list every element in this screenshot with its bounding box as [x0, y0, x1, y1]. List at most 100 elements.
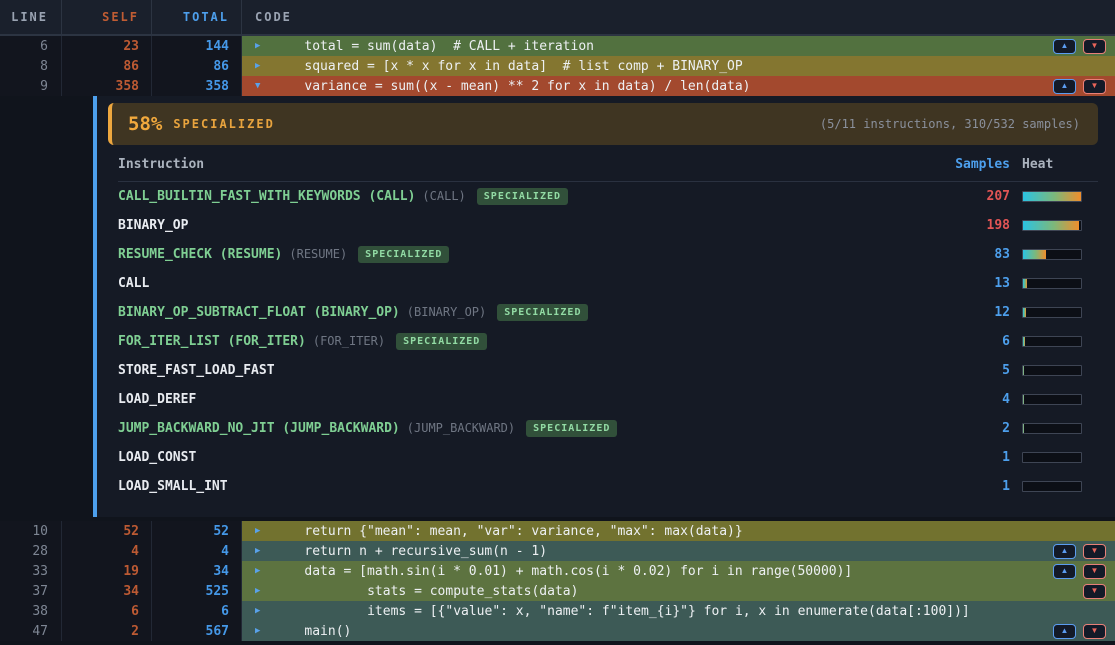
total-samples: 358: [152, 76, 242, 96]
instruction-name: LOAD_CONST: [118, 450, 940, 465]
heat-column: [1010, 249, 1098, 260]
code-line-row: 472567▶main()▲▼: [0, 621, 1115, 641]
heat-column: [1010, 365, 1098, 376]
move-down-button[interactable]: ▼: [1083, 79, 1106, 94]
code-cell[interactable]: ▶squared = [x * x for x in data] # list …: [242, 56, 1115, 76]
table-header: LINE SELF TOTAL CODE: [0, 0, 1115, 36]
code-cell[interactable]: ▶ items = [{"value": x, "name": f"item_{…: [242, 601, 1115, 621]
expand-icon[interactable]: ▶: [242, 526, 272, 536]
sample-summary: (5/11 instructions, 310/532 samples): [820, 117, 1080, 131]
heat-column: [1010, 452, 1098, 463]
collapse-icon[interactable]: ▼: [242, 81, 272, 91]
row-buttons: ▲▼: [1053, 39, 1115, 54]
heat-bar: [1022, 191, 1082, 202]
self-samples: 52: [62, 521, 152, 541]
code-text: items = [{"value": x, "name": f"item_{i}…: [272, 604, 970, 619]
line-number: 33: [0, 561, 62, 581]
specialized-badge: SPECIALIZED: [477, 188, 568, 205]
code-cell[interactable]: ▶ stats = compute_stats(data) ▼: [242, 581, 1115, 601]
code-line-row: 88686▶squared = [x * x for x in data] # …: [0, 56, 1115, 76]
instruction-name: FOR_ITER_LIST (FOR_ITER)(FOR_ITER)SPECIA…: [118, 333, 940, 350]
heat-bar: [1022, 423, 1082, 434]
code-line-row: 2844▶return n + recursive_sum(n - 1)▲▼: [0, 541, 1115, 561]
heat-bar: [1022, 336, 1082, 347]
move-down-button[interactable]: ▼: [1083, 39, 1106, 54]
instruction-alias: (CALL): [422, 189, 465, 203]
code-cell[interactable]: ▶data = [math.sin(i * 0.01) + math.cos(i…: [242, 561, 1115, 581]
move-up-button[interactable]: ▲: [1053, 564, 1076, 579]
code-text: stats = compute_stats(data): [272, 584, 578, 599]
heat-bar-fill: [1023, 192, 1081, 201]
instruction-alias: (RESUME): [289, 247, 347, 261]
line-number: 6: [0, 36, 62, 56]
heat-column: [1010, 336, 1098, 347]
instruction-row: BINARY_OP198: [118, 211, 1098, 240]
code-text: return n + recursive_sum(n - 1): [272, 544, 547, 559]
expand-icon[interactable]: ▶: [242, 566, 272, 576]
instruction-row: LOAD_DEREF4: [118, 385, 1098, 414]
code-cell[interactable]: ▼variance = sum((x - mean) ** 2 for x in…: [242, 76, 1115, 96]
total-samples: 525: [152, 581, 242, 601]
total-samples: 567: [152, 621, 242, 641]
total-samples: 86: [152, 56, 242, 76]
instruction-samples: 6: [940, 334, 1010, 349]
move-up-button[interactable]: ▲: [1053, 39, 1076, 54]
specialization-banner: 58% SPECIALIZED (5/11 instructions, 310/…: [108, 103, 1098, 145]
code-line-row: 3734525▶ stats = compute_stats(data) ▼: [0, 581, 1115, 601]
row-buttons: ▲▼: [1053, 624, 1115, 639]
col-header-code: CODE: [242, 0, 1115, 34]
move-down-button[interactable]: ▼: [1083, 544, 1106, 559]
instruction-row: FOR_ITER_LIST (FOR_ITER)(FOR_ITER)SPECIA…: [118, 327, 1098, 356]
instruction-samples: 2: [940, 421, 1010, 436]
line-number: 37: [0, 581, 62, 601]
total-samples: 34: [152, 561, 242, 581]
heat-column: [1010, 394, 1098, 405]
col-header-line: LINE: [0, 0, 62, 34]
instruction-samples: 198: [940, 218, 1010, 233]
code-cell[interactable]: ▶return {"mean": mean, "var": variance, …: [242, 521, 1115, 541]
heat-bar-fill: [1023, 395, 1024, 404]
self-samples: 34: [62, 581, 152, 601]
heat-column: [1010, 278, 1098, 289]
total-samples: 6: [152, 601, 242, 621]
heat-bar-fill: [1023, 337, 1025, 346]
instruction-row: LOAD_CONST1: [118, 443, 1098, 472]
instruction-samples: 83: [940, 247, 1010, 262]
heat-column: [1010, 481, 1098, 492]
row-buttons: ▲▼: [1053, 544, 1115, 559]
expand-icon[interactable]: ▶: [242, 41, 272, 51]
move-up-button[interactable]: ▲: [1053, 544, 1076, 559]
expand-icon[interactable]: ▶: [242, 606, 272, 616]
self-samples: 6: [62, 601, 152, 621]
heat-bar-fill: [1023, 279, 1027, 288]
instruction-name: LOAD_DEREF: [118, 392, 940, 407]
code-cell[interactable]: ▶return n + recursive_sum(n - 1)▲▼: [242, 541, 1115, 561]
expand-icon[interactable]: ▶: [242, 586, 272, 596]
instruction-alias: (FOR_ITER): [313, 334, 385, 348]
code-cell[interactable]: ▶total = sum(data) # CALL + iteration▲▼: [242, 36, 1115, 56]
instruction-row: BINARY_OP_SUBTRACT_FLOAT (BINARY_OP)(BIN…: [118, 298, 1098, 327]
instruction-name: BINARY_OP_SUBTRACT_FLOAT (BINARY_OP)(BIN…: [118, 304, 940, 321]
instruction-row: JUMP_BACKWARD_NO_JIT (JUMP_BACKWARD)(JUM…: [118, 414, 1098, 443]
self-samples: 358: [62, 76, 152, 96]
move-up-button[interactable]: ▲: [1053, 624, 1076, 639]
expand-icon[interactable]: ▶: [242, 626, 272, 636]
heat-bar: [1022, 278, 1082, 289]
instruction-alias: (JUMP_BACKWARD): [407, 421, 515, 435]
code-cell[interactable]: ▶main()▲▼: [242, 621, 1115, 641]
instruction-table: Instruction Samples Heat CALL_BUILTIN_FA…: [118, 153, 1098, 501]
move-down-button[interactable]: ▼: [1083, 624, 1106, 639]
code-text: variance = sum((x - mean) ** 2 for x in …: [272, 79, 751, 94]
specialized-badge: SPECIALIZED: [497, 304, 588, 321]
move-up-button[interactable]: ▲: [1053, 79, 1076, 94]
heat-column: [1010, 307, 1098, 318]
expand-icon[interactable]: ▶: [242, 61, 272, 71]
move-down-button[interactable]: ▼: [1083, 584, 1106, 599]
heat-bar: [1022, 307, 1082, 318]
heat-bar-fill: [1023, 308, 1026, 317]
move-down-button[interactable]: ▼: [1083, 564, 1106, 579]
code-text: squared = [x * x for x in data] # list c…: [272, 59, 743, 74]
line-number: 10: [0, 521, 62, 541]
expand-icon[interactable]: ▶: [242, 546, 272, 556]
instruction-row: STORE_FAST_LOAD_FAST5: [118, 356, 1098, 385]
